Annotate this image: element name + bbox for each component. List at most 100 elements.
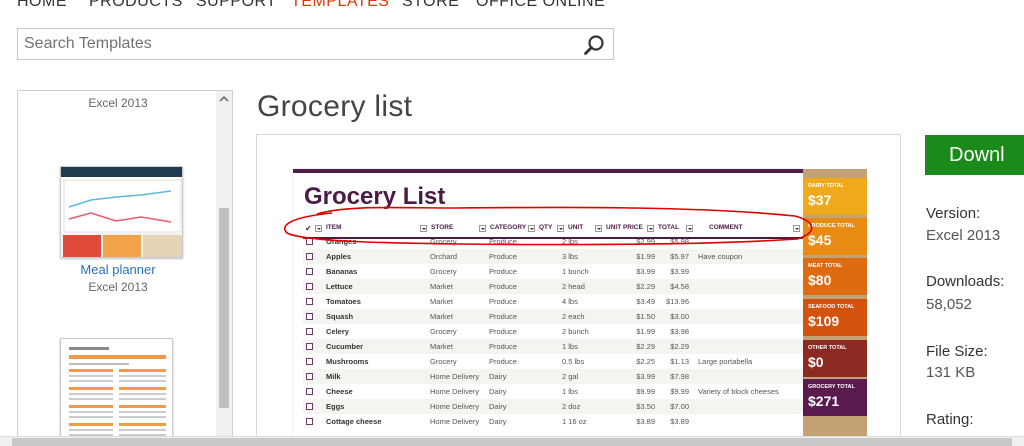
row-category: Produce — [489, 312, 517, 321]
row-store: Market — [430, 312, 453, 321]
version-value: Excel 2013 — [926, 227, 1001, 244]
row-store: Home Delivery — [430, 372, 480, 381]
table-row: Eggs Home Delivery Dairy 2 doz $3.50 $7.00 — [303, 399, 803, 414]
row-checkbox — [306, 313, 313, 320]
row-item: Milk — [326, 372, 341, 381]
category-total-tiles: DAIRY TOTAL $37 PRODUCE TOTAL $45 MEAT TOTAL… — [803, 169, 867, 446]
tile-label: DAIRY TOTAL — [808, 183, 845, 189]
tile-value: $80 — [808, 272, 832, 288]
row-qty: 1 lbs — [562, 387, 578, 396]
row-qty: 3 lbs — [562, 252, 578, 261]
page-horizontal-scrollbar[interactable] — [0, 436, 1024, 446]
row-qty: 1 16 oz — [562, 417, 587, 426]
row-item: Bananas — [326, 267, 358, 276]
row-checkbox — [306, 418, 313, 425]
page-scrollbar-thumb[interactable] — [12, 438, 1012, 446]
tile-value: $271 — [808, 393, 840, 409]
tile-label: PRODUCE TOTAL — [808, 223, 855, 229]
table-row: Celery Grocery Produce 2 bunch $1.99 $3.98 — [303, 324, 803, 339]
row-store: Grocery — [430, 357, 457, 366]
column-header-item: ITEM — [326, 224, 342, 231]
row-category: Dairy — [489, 417, 507, 426]
column-header-store: STORE — [431, 224, 454, 231]
row-checkbox — [306, 373, 313, 380]
tile-value: $109 — [808, 313, 840, 329]
column-header-unit-price: UNIT PRICE — [606, 224, 643, 231]
row-total: $2.29 — [670, 342, 689, 351]
scroll-up-arrow-icon[interactable] — [216, 91, 232, 107]
row-total: $7.98 — [670, 372, 689, 381]
row-store: Grocery — [430, 237, 457, 246]
row-item: Celery — [326, 327, 349, 336]
row-unit-price: $1.99 — [636, 327, 655, 336]
row-store: Home Delivery — [430, 387, 480, 396]
row-unit-price: $1.99 — [636, 252, 655, 261]
row-category: Produce — [489, 282, 517, 291]
spreadsheet-preview: Grocery List ✔ ITEM STORE CATEGORY QTY U… — [293, 169, 803, 446]
row-unit-price: $2.29 — [636, 282, 655, 291]
column-header-qty: QTY — [539, 224, 553, 231]
template-thumbnail[interactable] — [60, 338, 173, 446]
table-row: Bananas Grocery Produce 1 bunch $3.99 $3.99 — [303, 264, 803, 279]
row-unit-price: $2.29 — [636, 342, 655, 351]
row-qty: 2 gal — [562, 372, 579, 381]
total-tile: DAIRY TOTAL $37 — [803, 178, 867, 215]
row-store: Home Delivery — [430, 402, 480, 411]
row-category: Produce — [489, 237, 517, 246]
row-item: Cucumber — [326, 342, 364, 351]
total-tile: OTHER TOTAL $0 — [803, 340, 867, 377]
table-row: Milk Home Delivery Dairy 2 gal $3.99 $7.98 — [303, 369, 803, 384]
version-label: Version: — [926, 205, 981, 222]
column-header-comment: COMMENT — [709, 224, 743, 231]
row-checkbox — [306, 328, 313, 335]
rating-label: Rating: — [926, 411, 974, 428]
row-total: $5.97 — [670, 252, 689, 261]
list-scrollbar[interactable] — [216, 91, 232, 446]
row-item: Tomatoes — [326, 297, 361, 306]
row-store: Market — [430, 282, 453, 291]
row-item: Lettuce — [326, 282, 353, 291]
sheet-title: Grocery List — [304, 183, 446, 210]
table-row: Squash Market Produce 2 each $1.50 $3.00 — [303, 309, 803, 324]
row-unit-price: $9.99 — [636, 387, 655, 396]
row-unit-price: $2.99 — [636, 237, 655, 246]
row-total: $1.13 — [670, 357, 689, 366]
meal-planner-link[interactable]: Meal planner — [18, 262, 218, 277]
row-checkbox — [306, 253, 313, 260]
nav-office-online[interactable]: OFFICE ONLINE — [476, 0, 605, 11]
nav-support[interactable]: SUPPORT — [196, 0, 277, 11]
meal-planner-thumbnail[interactable] — [60, 166, 183, 258]
row-store: Orchard — [430, 252, 458, 261]
nav-home[interactable]: HOME — [17, 0, 67, 11]
row-category: Produce — [489, 342, 517, 351]
table-row: Cucumber Market Produce 1 lbs $2.29 $2.29 — [303, 339, 803, 354]
table-row: Tomatoes Market Produce 4 lbs $3.49 $13.96 — [303, 294, 803, 309]
row-total: $3.00 — [670, 312, 689, 321]
row-total: $9.99 — [670, 387, 689, 396]
row-qty: 1 bunch — [562, 267, 589, 276]
row-unit-price: $3.50 — [636, 402, 655, 411]
download-button[interactable]: Downl — [925, 135, 1024, 175]
template-title: Grocery list — [257, 90, 413, 123]
column-header-category: CATEGORY — [490, 224, 527, 231]
row-unit-price: $3.99 — [636, 372, 655, 381]
filesize-label: File Size: — [926, 343, 988, 360]
list-scrollbar-thumb[interactable] — [219, 208, 229, 408]
nav-store[interactable]: STORE — [402, 0, 459, 11]
filesize-value: 131 KB — [926, 364, 976, 381]
row-item: Squash — [326, 312, 354, 321]
row-checkbox — [306, 283, 313, 290]
table-row: Lettuce Market Produce 2 head $2.29 $4.58 — [303, 279, 803, 294]
row-qty: 2 doz — [562, 402, 581, 411]
downloads-value: 58,052 — [926, 296, 972, 313]
nav-products[interactable]: PRODUCTS — [89, 0, 183, 11]
nav-templates[interactable]: TEMPLATES — [291, 0, 389, 11]
row-item: Apples — [326, 252, 352, 261]
row-total: $13.96 — [666, 297, 689, 306]
search-icon[interactable] — [583, 34, 605, 56]
row-store: Grocery — [430, 267, 457, 276]
row-total: $7.00 — [670, 402, 689, 411]
row-store: Market — [430, 342, 453, 351]
tile-label: SEAFOOD TOTAL — [808, 304, 855, 310]
search-input[interactable] — [24, 34, 574, 54]
